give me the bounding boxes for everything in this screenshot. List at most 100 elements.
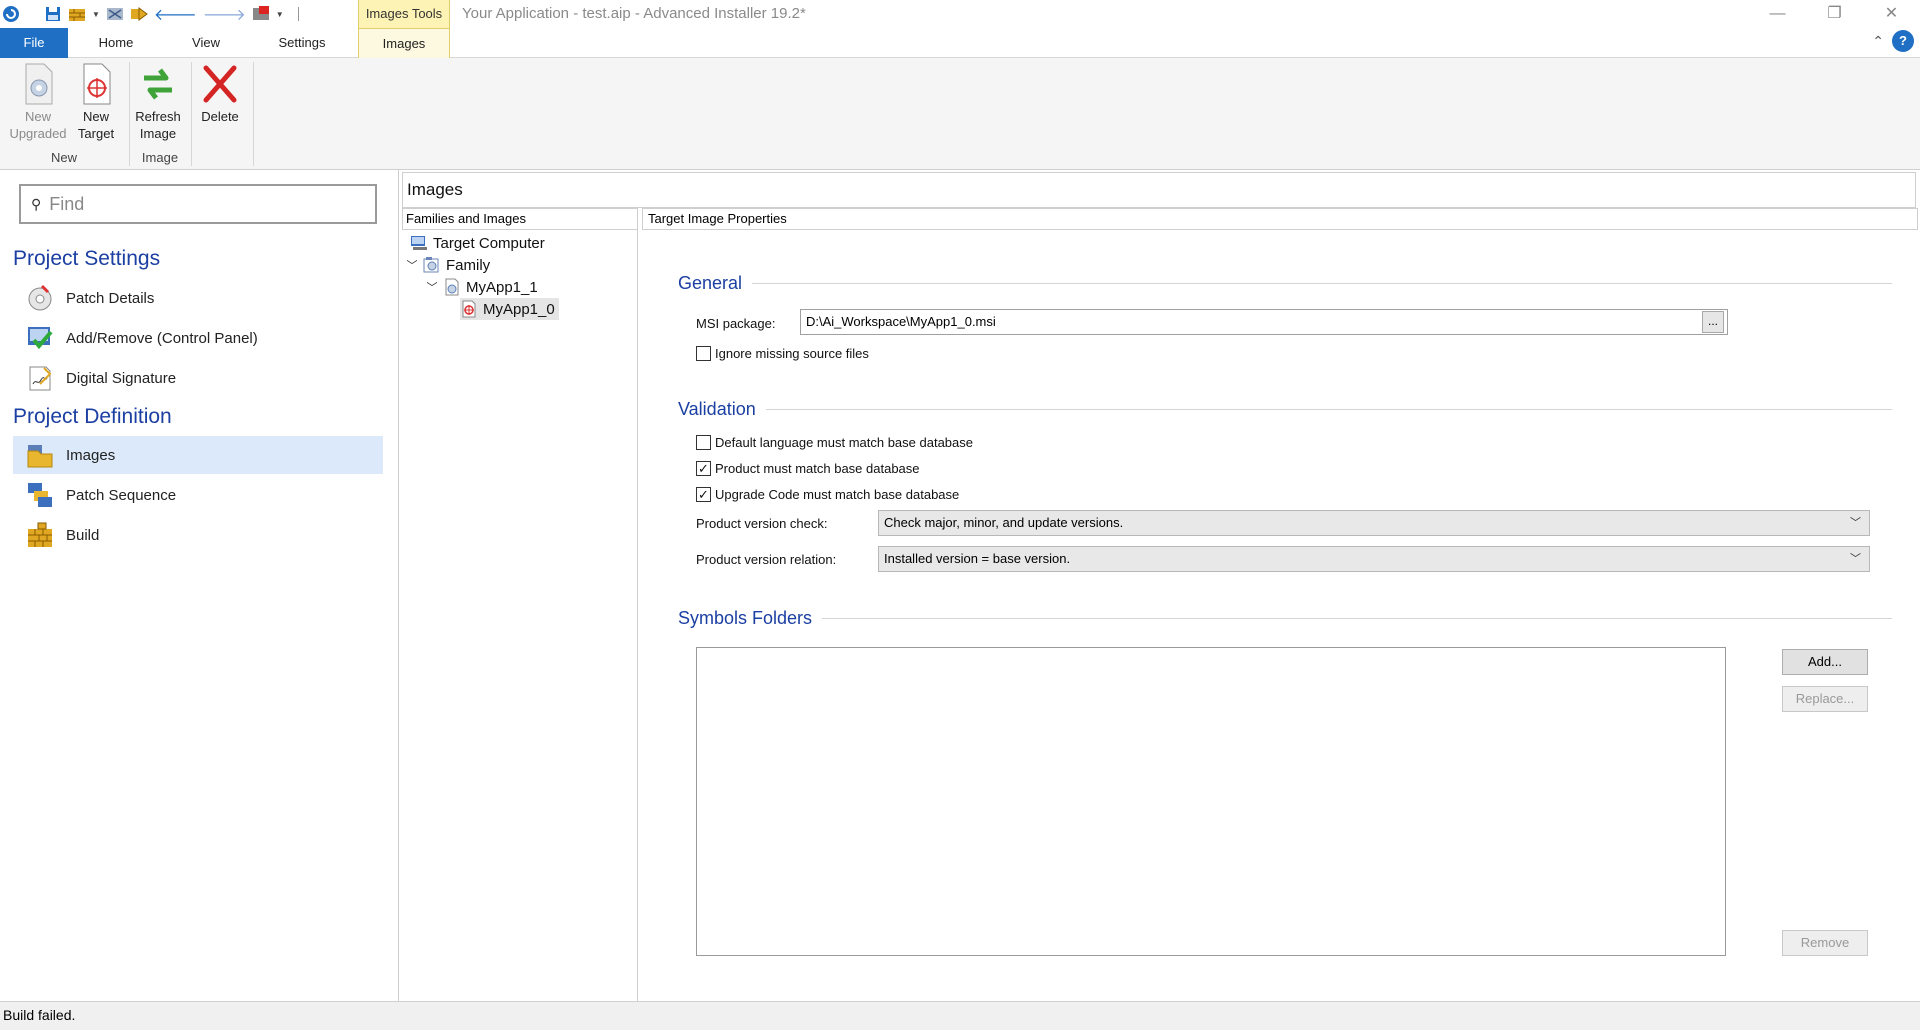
find-input[interactable]: ⚲ Find [19, 184, 377, 224]
refresh-label-1: Refresh [135, 109, 181, 124]
product-match-checkbox[interactable]: ✓ Product must match base database [696, 461, 920, 476]
tree-node-myapp1-0[interactable]: MyApp1_0 [460, 298, 559, 320]
tab-home[interactable]: Home [82, 28, 150, 58]
new-target-label-1: New [82, 109, 109, 124]
chevron-down-icon: ﹀ [1850, 517, 1861, 529]
digital-signature-icon [29, 366, 52, 391]
refresh-image-button[interactable]: Refresh Image [128, 62, 188, 142]
nav-item-patch-details[interactable]: Patch Details [13, 279, 383, 317]
page-title: Images [402, 172, 1916, 208]
save-icon[interactable] [44, 5, 62, 23]
new-upgraded-button[interactable]: New Upgraded [8, 62, 68, 142]
section-general: General [678, 273, 1892, 294]
nav-item-add-remove[interactable]: Add/Remove (Control Panel) [13, 319, 383, 357]
chevron-down-icon[interactable]: ﹀ [406, 257, 418, 273]
collapse-ribbon-icon[interactable]: ⌃ [1872, 33, 1884, 50]
minimize-button[interactable]: — [1749, 0, 1806, 28]
tree-node-myapp1-1[interactable]: ﹀ MyApp1_1 [426, 276, 538, 298]
version-check-select[interactable]: Check major, minor, and update versions.… [878, 510, 1870, 536]
add-button[interactable]: Add... [1782, 649, 1868, 675]
main-panel: Images Families and Images Target Comput… [400, 170, 1920, 1001]
status-bar: Build failed. [0, 1001, 1920, 1030]
build-clean-icon[interactable] [106, 5, 124, 23]
app-logo-icon[interactable] [2, 5, 20, 23]
symbols-folders-list[interactable] [696, 647, 1726, 956]
nav-item-label: Patch Details [66, 289, 155, 307]
images-tools-context-tab: Images Tools [358, 0, 450, 28]
new-upgraded-label-2: Upgraded [9, 126, 67, 141]
chevron-down-icon[interactable]: ﹀ [426, 279, 438, 295]
checkbox-label: Default language must match base databas… [715, 435, 974, 450]
msi-package-field[interactable]: D:\Ai_Workspace\MyApp1_0.msi [800, 309, 1728, 335]
section-title: Symbols Folders [678, 608, 813, 628]
tree-label: MyApp1_1 [466, 278, 538, 296]
nav-item-patch-sequence[interactable]: Patch Sequence [13, 476, 383, 514]
checkbox-box[interactable] [696, 435, 711, 450]
tree-node-family[interactable]: ﹀ Family [406, 254, 491, 276]
left-navigation: ⚲ Find Project Settings Patch Details Ad… [0, 170, 399, 1001]
browse-button[interactable]: ... [1702, 311, 1724, 333]
computer-icon [411, 236, 427, 250]
checkbox-label: Ignore missing source files [715, 346, 869, 361]
window-title: Your Application - test.aip - Advanced I… [462, 5, 806, 22]
divider [752, 283, 1892, 284]
nav-item-build[interactable]: Build [13, 516, 383, 554]
families-header: Families and Images [402, 208, 638, 230]
tab-settings[interactable]: Settings [264, 28, 340, 58]
help-icon[interactable]: ? [1892, 30, 1914, 52]
nav-item-images[interactable]: Images [13, 436, 383, 474]
chevron-down-icon: ﹀ [1850, 553, 1861, 565]
remove-button[interactable]: Remove [1782, 930, 1868, 956]
restore-button[interactable]: ❐ [1806, 0, 1863, 28]
section-symbols-folders: Symbols Folders [678, 608, 1892, 629]
group-separator [191, 62, 192, 166]
back-arrow-icon[interactable]: 🡐 [154, 4, 197, 25]
replace-button[interactable]: Replace... [1782, 686, 1868, 712]
default-language-checkbox[interactable]: Default language must match base databas… [696, 435, 973, 450]
ignore-missing-checkbox[interactable]: Ignore missing source files [696, 346, 869, 361]
upgraded-image-icon [445, 278, 459, 296]
target-image-icon [462, 300, 476, 318]
refresh-label-2: Image [139, 126, 177, 141]
build-bricks-icon [28, 522, 52, 547]
section-title: Validation [678, 399, 756, 419]
nav-item-label: Build [66, 526, 100, 544]
close-button[interactable]: ✕ [1863, 0, 1920, 28]
forward-arrow-icon[interactable]: 🡒 [203, 4, 246, 25]
section-title: General [678, 273, 743, 293]
updates-icon[interactable] [252, 5, 270, 23]
search-icon: ⚲ [31, 196, 42, 212]
checkbox-box-checked[interactable]: ✓ [696, 487, 711, 502]
run-icon[interactable] [130, 5, 148, 23]
divider [765, 409, 1892, 410]
new-target-button[interactable]: New Target [66, 62, 126, 142]
tab-view[interactable]: View [176, 28, 236, 58]
find-placeholder: Find [49, 194, 85, 214]
tree-node-target-computer[interactable]: Target Computer [410, 232, 545, 254]
build-icon[interactable] [68, 5, 86, 23]
images-folder-icon [27, 445, 53, 468]
customize-dropdown-icon[interactable]: ▼ [276, 10, 284, 19]
section-project-definition: Project Definition [13, 405, 172, 428]
checkbox-label: Product must match base database [715, 461, 920, 476]
nav-item-label: Digital Signature [66, 369, 177, 387]
tree-label: Target Computer [433, 234, 545, 252]
version-relation-label: Product version relation: [696, 552, 837, 567]
checkbox-label: Upgrade Code must match base database [715, 487, 960, 502]
checkbox-box-checked[interactable]: ✓ [696, 461, 711, 476]
nav-item-digital-signature[interactable]: Digital Signature [13, 359, 383, 397]
dropdown-arrow-icon[interactable]: ▼ [92, 10, 100, 19]
delete-button[interactable]: Delete [190, 62, 250, 125]
tab-file[interactable]: File [0, 28, 68, 58]
group-label-new: New [50, 150, 77, 165]
ribbon-tabs: File Home View Settings Images [0, 28, 1920, 59]
version-relation-select[interactable]: Installed version = base version. ﹀ [878, 546, 1870, 572]
tab-images[interactable]: Images [358, 28, 450, 59]
select-value: Check major, minor, and update versions. [884, 515, 1124, 530]
checkbox-box[interactable] [696, 346, 711, 361]
upgrade-code-checkbox[interactable]: ✓ Upgrade Code must match base database [696, 487, 959, 502]
ribbon: New Upgraded New Target Refresh Image De… [0, 58, 1920, 170]
select-value: Installed version = base version. [884, 551, 1071, 566]
add-remove-icon [28, 327, 53, 350]
patch-sequence-icon [28, 483, 52, 507]
